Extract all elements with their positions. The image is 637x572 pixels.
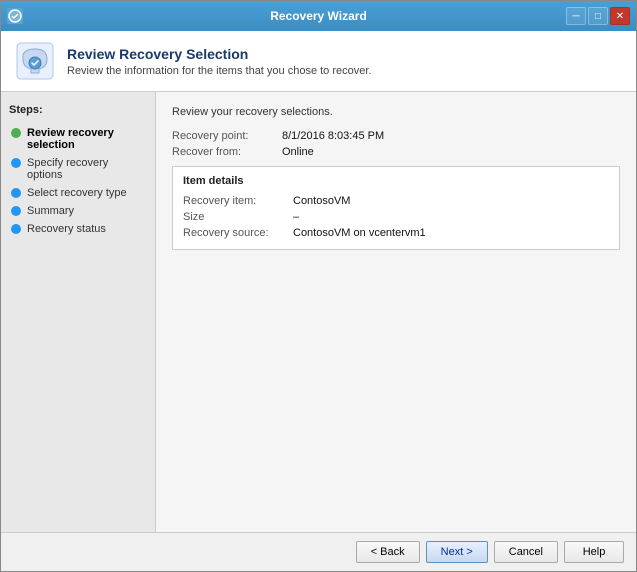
size-label: Size [183,211,293,223]
recover-from-label: Recover from: [172,146,282,158]
recovery-source-label: Recovery source: [183,227,293,239]
step-select: Select recovery type [9,184,147,202]
step-status: Recovery status [9,220,147,238]
back-button[interactable]: < Back [356,541,420,563]
window-controls: ─ □ ✕ [566,7,630,25]
recovery-source-value: ContosoVM on vcentervm1 [293,227,426,239]
item-details-table: Recovery item: ContosoVM Size – Recovery… [183,193,609,241]
intro-text: Review your recovery selections. [172,106,620,118]
recovery-item-value: ContosoVM [293,195,350,207]
maximize-button[interactable]: □ [588,7,608,25]
step-specify: Specify recovery options [9,154,147,184]
item-details-title: Item details [183,175,609,187]
size-value: – [293,211,299,223]
minimize-button[interactable]: ─ [566,7,586,25]
size-row: Size – [183,209,609,225]
step-dot-select [11,188,21,198]
step-review: Review recovery selection [9,124,147,154]
recovery-point-value: 8/1/2016 8:03:45 PM [282,130,384,142]
step-dot-summary [11,206,21,216]
next-button[interactable]: Next > [426,541,488,563]
recovery-point-row: Recovery point: 8/1/2016 8:03:45 PM [172,128,620,144]
steps-panel: Steps: Review recovery selection Specify… [1,92,156,532]
content-area: Steps: Review recovery selection Specify… [1,92,636,532]
title-bar: Recovery Wizard ─ □ ✕ [1,1,636,31]
step-specify-label: Specify recovery options [27,157,145,181]
recovery-wizard-window: Recovery Wizard ─ □ ✕ Review Recovery Se… [0,0,637,572]
page-title: Review Recovery Selection [67,46,371,62]
page-subtitle: Review the information for the items tha… [67,65,371,77]
step-summary-label: Summary [27,205,74,217]
info-table: Recovery point: 8/1/2016 8:03:45 PM Reco… [172,128,620,160]
recovery-point-label: Recovery point: [172,130,282,142]
step-summary: Summary [9,202,147,220]
cancel-button[interactable]: Cancel [494,541,558,563]
help-button[interactable]: Help [564,541,624,563]
step-status-label: Recovery status [27,223,106,235]
header-icon [15,41,55,81]
app-icon [7,8,23,24]
item-details-box: Item details Recovery item: ContosoVM Si… [172,166,620,250]
step-dot-status [11,224,21,234]
recovery-source-row: Recovery source: ContosoVM on vcentervm1 [183,225,609,241]
footer: < Back Next > Cancel Help [1,532,636,571]
recovery-item-label: Recovery item: [183,195,293,207]
window-title: Recovery Wizard [0,9,637,23]
title-bar-left [7,8,23,24]
main-panel: Review your recovery selections. Recover… [156,92,636,532]
recover-from-value: Online [282,146,314,158]
close-button[interactable]: ✕ [610,7,630,25]
step-dot-specify [11,158,21,168]
step-dot-review [11,128,21,138]
step-select-label: Select recovery type [27,187,127,199]
recovery-item-row: Recovery item: ContosoVM [183,193,609,209]
page-header: Review Recovery Selection Review the inf… [1,31,636,92]
steps-label: Steps: [9,104,147,116]
step-review-label: Review recovery selection [27,127,145,151]
header-text: Review Recovery Selection Review the inf… [67,46,371,77]
recover-from-row: Recover from: Online [172,144,620,160]
